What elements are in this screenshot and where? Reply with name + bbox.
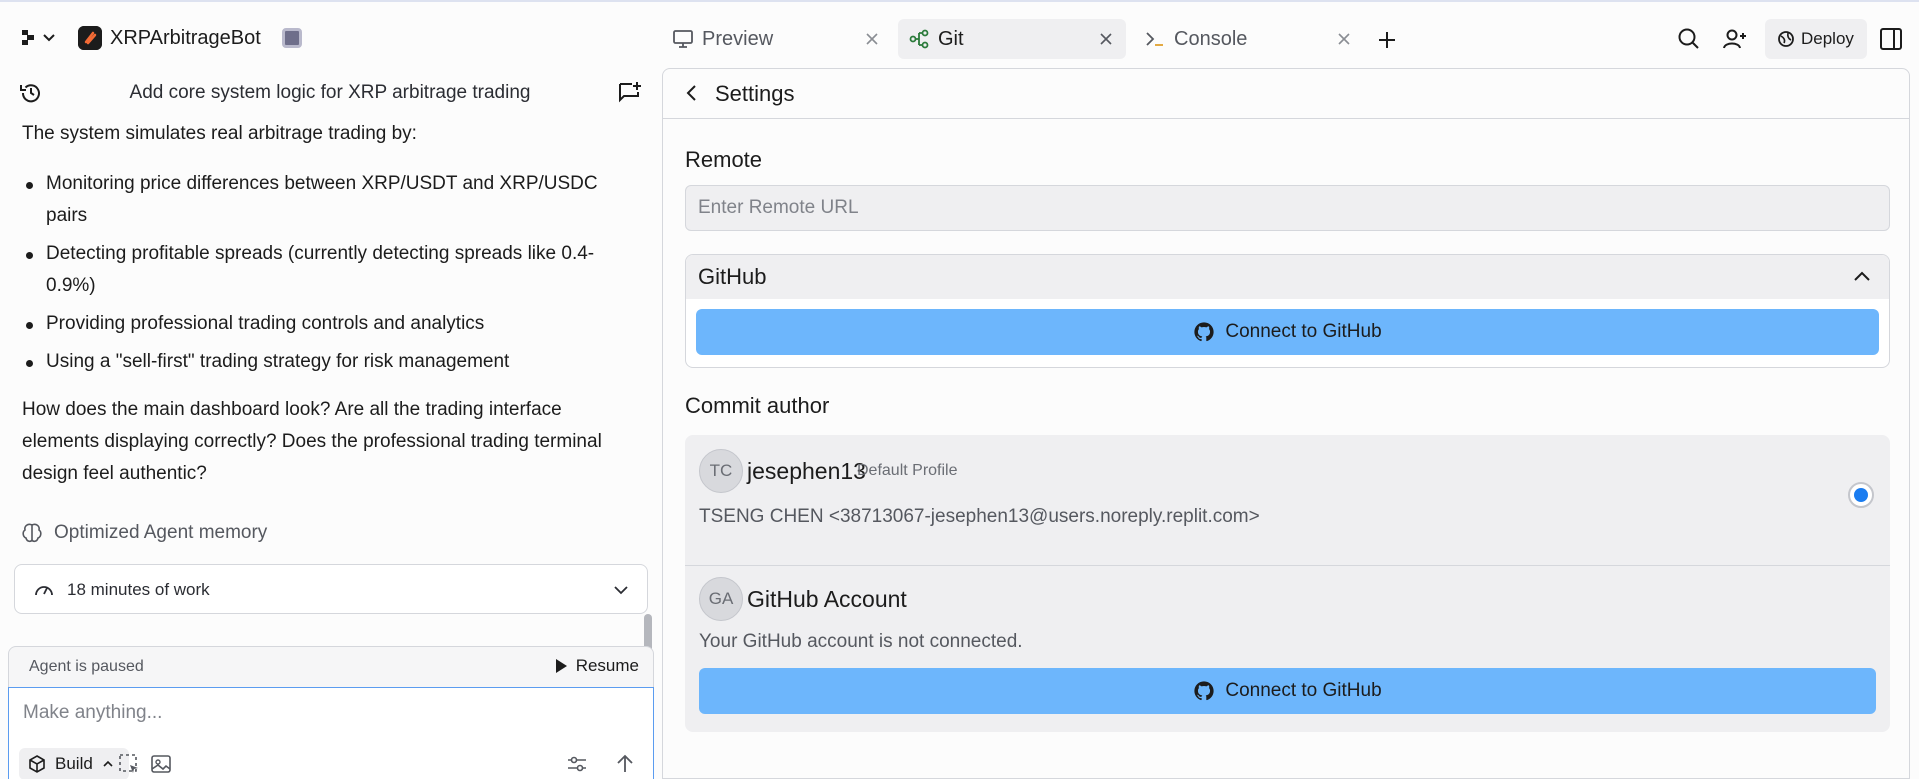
history-button[interactable] [18, 80, 44, 106]
top-bar: XRPArbitrageBot Preview Git Console Depl… [0, 10, 1919, 66]
github-account-status: Your GitHub account is not connected. [699, 631, 1023, 652]
terminal-icon [1144, 29, 1166, 49]
resume-label: Resume [575, 656, 639, 675]
connect-label: Connect to GitHub [1225, 321, 1382, 342]
paused-label: Agent is paused [29, 658, 144, 675]
build-label: Build [55, 754, 93, 773]
chevron-up-icon [1851, 266, 1873, 288]
author-radio-selected[interactable] [1848, 482, 1874, 508]
sidebar-panel-icon [1880, 28, 1902, 50]
sliders-icon [568, 756, 586, 772]
remote-url-input[interactable] [685, 185, 1890, 231]
replit-menu-icon [22, 30, 55, 45]
git-settings-panel: Settings Remote GitHub Connect to GitHub… [662, 68, 1910, 779]
resume-button[interactable]: Resume [554, 656, 639, 676]
tab-label: Git [938, 28, 964, 50]
github-section: GitHub Connect to GitHub [685, 254, 1890, 368]
settings-header: Settings [663, 69, 1909, 119]
agent-panel: Add core system logic for XRP arbitrage … [0, 66, 660, 779]
message-intro: The system simulates real arbitrage trad… [22, 123, 417, 144]
toggle-sidebar-button[interactable] [1878, 26, 1904, 52]
play-icon [555, 659, 567, 673]
plus-icon [1379, 32, 1395, 48]
history-icon [20, 84, 40, 103]
close-icon[interactable] [1096, 29, 1116, 49]
conversation-title: Add core system logic for XRP arbitrage … [129, 82, 531, 103]
brain-icon [20, 521, 44, 545]
chat-input[interactable] [23, 702, 623, 724]
app-logo-icon [78, 26, 102, 50]
send-button[interactable] [613, 752, 637, 776]
agent-paused-bar: Agent is paused Resume [8, 646, 654, 688]
connect-github-account-button[interactable]: Connect to GitHub [699, 668, 1876, 714]
memory-label: Optimized Agent memory [54, 522, 268, 543]
attach-image-button[interactable] [149, 752, 173, 776]
list-item: Detecting profitable spreads (currently … [22, 238, 642, 302]
new-chat-button[interactable] [616, 80, 644, 106]
add-user-icon [1723, 29, 1746, 49]
commit-author-label: Commit author [685, 393, 830, 418]
agent-memory-status[interactable]: Optimized Agent memory [20, 521, 267, 545]
message-bullets: Monitoring price differences between XRP… [22, 168, 642, 378]
deploy-button[interactable]: Deploy [1765, 19, 1867, 59]
default-profile-badge: Default Profile [857, 462, 958, 479]
window-top-border [0, 0, 1919, 2]
close-icon[interactable] [1334, 29, 1354, 49]
list-item: Providing professional trading controls … [22, 308, 642, 340]
workspace-menu-button[interactable] [20, 26, 60, 50]
list-item: Monitoring price differences between XRP… [22, 168, 642, 232]
tab-git[interactable]: Git [898, 19, 1126, 59]
arrow-up-icon [617, 754, 633, 772]
add-tab-button[interactable] [1375, 28, 1399, 52]
chevron-left-icon [686, 85, 696, 101]
monitor-icon [672, 29, 694, 49]
search-button[interactable] [1676, 26, 1702, 52]
work-summary-dropdown[interactable]: 18 minutes of work [14, 564, 648, 614]
gauge-icon [33, 579, 55, 601]
tab-console[interactable]: Console [1134, 19, 1364, 59]
remote-label: Remote [685, 147, 763, 172]
close-icon[interactable] [862, 29, 882, 49]
divider [685, 565, 1890, 566]
cube-icon [29, 755, 45, 773]
globe-icon [1777, 30, 1795, 48]
git-branch-icon [908, 29, 930, 49]
commit-author-options: TC jesephen13 Default Profile TSENG CHEN… [685, 435, 1890, 732]
deploy-label: Deploy [1801, 29, 1854, 48]
select-element-button[interactable] [117, 752, 141, 776]
author-name: jesephen13 [747, 458, 866, 484]
connect-github-button[interactable]: Connect to GitHub [696, 309, 1879, 355]
tab-preview[interactable]: Preview [662, 19, 892, 59]
back-button[interactable] [681, 82, 703, 104]
chat-composer: Build [8, 687, 654, 779]
github-icon [1194, 322, 1214, 342]
github-section-header[interactable]: GitHub [686, 255, 1889, 299]
message-question: How does the main dashboard look? Are al… [22, 399, 602, 484]
image-icon [151, 755, 171, 773]
tab-label: Preview [702, 28, 774, 50]
github-account-name: GitHub Account [747, 586, 907, 612]
agent-message: The system simulates real arbitrage trad… [22, 118, 642, 490]
settings-sliders-button[interactable] [565, 752, 589, 776]
list-item: Using a "sell-first" trading strategy fo… [22, 346, 642, 378]
search-icon [1678, 28, 1699, 49]
tab-label: Console [1174, 28, 1248, 50]
settings-title: Settings [715, 81, 795, 106]
github-icon [1194, 681, 1214, 701]
chevron-down-icon [611, 580, 631, 600]
invite-button[interactable] [1722, 26, 1748, 52]
select-area-icon [119, 754, 138, 773]
language-badge-icon [282, 28, 302, 48]
work-duration: 18 minutes of work [67, 580, 210, 599]
connect-label: Connect to GitHub [1225, 680, 1382, 701]
github-label: GitHub [698, 264, 767, 289]
author-email: TSENG CHEN <38713067-jesephen13@users.no… [699, 506, 1260, 527]
chevron-up-icon [103, 760, 113, 767]
app-name[interactable]: XRPArbitrageBot [110, 26, 261, 50]
new-chat-icon [619, 82, 641, 103]
avatar: TC [699, 449, 743, 493]
build-mode-button[interactable]: Build [19, 748, 129, 779]
avatar: GA [699, 577, 743, 621]
